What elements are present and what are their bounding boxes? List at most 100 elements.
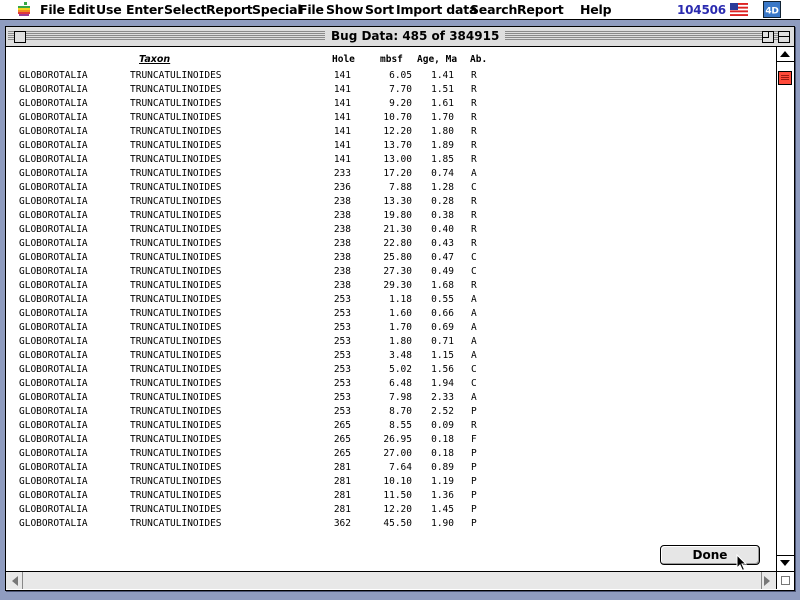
table-row[interactable]: GLOBOROTALIA TRUNCATULINOIDES 253 1.18 0.55 A <box>6 293 766 307</box>
table-row[interactable]: GLOBOROTALIA TRUNCATULINOIDES 238 29.30 1.68… <box>6 279 766 293</box>
age-cell: 0.71 <box>431 336 454 347</box>
abundance-cell: R <box>471 238 477 249</box>
table-row[interactable]: GLOBOROTALIA TRUNCATULINOIDES 362 45.50 1.90… <box>6 517 766 531</box>
abundance-cell: C <box>471 252 477 263</box>
vertical-scrollbar[interactable] <box>776 47 794 571</box>
app-icon[interactable]: 4D <box>763 1 781 18</box>
table-row[interactable]: GLOBOROTALIA TRUNCATULINOIDES 253 5.02 1.56 C <box>6 363 766 377</box>
table-row[interactable]: GLOBOROTALIA TRUNCATULINOIDES 238 19.80 0.38… <box>6 209 766 223</box>
window-titlebar[interactable]: Bug Data: 485 of 384915 <box>6 27 794 47</box>
table-row[interactable]: GLOBOROTALIA TRUNCATULINOIDES 141 13.00 1.85… <box>6 153 766 167</box>
menu-help[interactable]: Help <box>580 2 612 17</box>
table-row[interactable]: GLOBOROTALIA TRUNCATULINOIDES 141 7.70 1.51 R <box>6 83 766 97</box>
table-row[interactable]: GLOBOROTALIA TRUNCATULINOIDES 141 10.70 1.70… <box>6 111 766 125</box>
genus-cell: GLOBOROTALIA <box>19 70 88 81</box>
age-cell: 0.38 <box>431 210 454 221</box>
table-row[interactable]: GLOBOROTALIA TRUNCATULINOIDES 236 7.88 1.28 C <box>6 181 766 195</box>
abundance-cell: R <box>471 196 477 207</box>
table-row[interactable]: GLOBOROTALIA TRUNCATULINOIDES 238 13.30 0.28… <box>6 195 766 209</box>
age-cell: 2.52 <box>431 406 454 417</box>
abundance-cell: P <box>471 504 477 515</box>
age-cell: 1.28 <box>431 182 454 193</box>
resize-grow-icon[interactable] <box>776 571 794 589</box>
abundance-cell: C <box>471 266 477 277</box>
hole-cell: 233 <box>333 168 351 179</box>
table-row[interactable]: GLOBOROTALIA TRUNCATULINOIDES 281 10.10 1.19… <box>6 475 766 489</box>
mbsf-cell: 13.70 <box>383 140 412 151</box>
scroll-right-arrow-icon[interactable] <box>764 576 770 586</box>
horizontal-scrollbar[interactable] <box>6 571 776 589</box>
horizontal-scroll-track[interactable] <box>22 572 762 589</box>
menu-file-2[interactable]: File <box>299 2 324 17</box>
close-box-icon[interactable] <box>14 31 26 43</box>
table-row[interactable]: GLOBOROTALIA TRUNCATULINOIDES 253 1.60 0.66 A <box>6 307 766 321</box>
collapse-box-icon[interactable] <box>778 31 790 43</box>
genus-cell: GLOBOROTALIA <box>19 434 88 445</box>
age-cell: 1.15 <box>431 350 454 361</box>
table-row[interactable]: GLOBOROTALIA TRUNCATULINOIDES 141 12.20 1.80… <box>6 125 766 139</box>
genus-cell: GLOBOROTALIA <box>19 294 88 305</box>
scroll-thumb[interactable] <box>778 71 792 85</box>
genus-cell: GLOBOROTALIA <box>19 518 88 529</box>
table-row[interactable]: GLOBOROTALIA TRUNCATULINOIDES 238 21.30 0.40… <box>6 223 766 237</box>
scroll-left-arrow-icon[interactable] <box>12 576 18 586</box>
genus-cell: GLOBOROTALIA <box>19 364 88 375</box>
genus-cell: GLOBOROTALIA <box>19 168 88 179</box>
table-row[interactable]: GLOBOROTALIA TRUNCATULINOIDES 265 26.95 0.18… <box>6 433 766 447</box>
menu-select[interactable]: Select <box>164 2 207 17</box>
menu-special[interactable]: Special <box>252 2 302 17</box>
table-row[interactable]: GLOBOROTALIA TRUNCATULINOIDES 253 1.70 0.69 A <box>6 321 766 335</box>
menu-import-data[interactable]: Import data <box>396 2 477 17</box>
table-row[interactable]: GLOBOROTALIA TRUNCATULINOIDES 141 9.20 1.61 R <box>6 97 766 111</box>
scroll-down-arrow-icon[interactable] <box>780 560 790 566</box>
mbsf-cell: 1.70 <box>389 322 412 333</box>
table-row[interactable]: GLOBOROTALIA TRUNCATULINOIDES 141 6.05 1.41 R <box>6 69 766 83</box>
table-row[interactable]: GLOBOROTALIA TRUNCATULINOIDES 265 8.55 0.09 R <box>6 419 766 433</box>
menu-report[interactable]: Report <box>206 2 253 17</box>
menu-show[interactable]: Show <box>326 2 363 17</box>
hole-cell: 281 <box>333 504 351 515</box>
age-cell: 1.45 <box>431 504 454 515</box>
menu-sort[interactable]: Sort <box>365 2 394 17</box>
table-row[interactable]: GLOBOROTALIA TRUNCATULINOIDES 238 27.30 0.49… <box>6 265 766 279</box>
table-row[interactable]: GLOBOROTALIA TRUNCATULINOIDES 253 6.48 1.94 C <box>6 377 766 391</box>
genus-cell: GLOBOROTALIA <box>19 504 88 515</box>
table-row[interactable]: GLOBOROTALIA TRUNCATULINOIDES 265 27.00 0.18… <box>6 447 766 461</box>
table-row[interactable]: GLOBOROTALIA TRUNCATULINOIDES 281 7.64 0.89 P <box>6 461 766 475</box>
table-row[interactable]: GLOBOROTALIA TRUNCATULINOIDES 253 1.80 0.71 A <box>6 335 766 349</box>
table-row[interactable]: GLOBOROTALIA TRUNCATULINOIDES 141 13.70 1.89… <box>6 139 766 153</box>
table-row[interactable]: GLOBOROTALIA TRUNCATULINOIDES 233 17.20 0.74… <box>6 167 766 181</box>
age-cell: 0.69 <box>431 322 454 333</box>
menu-enter[interactable]: Enter <box>126 2 163 17</box>
hole-cell: 253 <box>333 350 351 361</box>
table-row[interactable]: GLOBOROTALIA TRUNCATULINOIDES 253 8.70 2.52 P <box>6 405 766 419</box>
menu-report-2[interactable]: Report <box>517 2 564 17</box>
menu-use[interactable]: Use <box>96 2 122 17</box>
mbsf-cell: 6.05 <box>389 70 412 81</box>
menu-edit[interactable]: Edit <box>68 2 95 17</box>
table-row[interactable]: GLOBOROTALIA TRUNCATULINOIDES 238 22.80 0.43… <box>6 237 766 251</box>
table-row[interactable]: GLOBOROTALIA TRUNCATULINOIDES 253 7.98 2.33 A <box>6 391 766 405</box>
species-cell: TRUNCATULINOIDES <box>130 140 222 151</box>
mbsf-cell: 11.50 <box>383 490 412 501</box>
hole-cell: 281 <box>333 490 351 501</box>
abundance-cell: A <box>471 322 477 333</box>
mbsf-cell: 3.48 <box>389 350 412 361</box>
table-row[interactable]: GLOBOROTALIA TRUNCATULINOIDES 253 3.48 1.15 A <box>6 349 766 363</box>
genus-cell: GLOBOROTALIA <box>19 406 88 417</box>
scroll-up-arrow-icon[interactable] <box>780 51 790 57</box>
mbsf-cell: 10.70 <box>383 112 412 123</box>
hole-cell: 141 <box>333 112 351 123</box>
zoom-box-icon[interactable] <box>762 31 774 43</box>
species-cell: TRUNCATULINOIDES <box>130 476 222 487</box>
mbsf-cell: 45.50 <box>383 518 412 529</box>
flag-icon[interactable] <box>730 3 748 16</box>
apple-icon[interactable] <box>16 2 32 17</box>
genus-cell: GLOBOROTALIA <box>19 350 88 361</box>
table-row[interactable]: GLOBOROTALIA TRUNCATULINOIDES 238 25.80 0.47… <box>6 251 766 265</box>
table-row[interactable]: GLOBOROTALIA TRUNCATULINOIDES 281 11.50 1.36… <box>6 489 766 503</box>
menu-search[interactable]: Search <box>470 2 517 17</box>
menu-file[interactable]: File <box>40 2 65 17</box>
table-row[interactable]: GLOBOROTALIA TRUNCATULINOIDES 281 12.20 1.45… <box>6 503 766 517</box>
species-cell: TRUNCATULINOIDES <box>130 420 222 431</box>
